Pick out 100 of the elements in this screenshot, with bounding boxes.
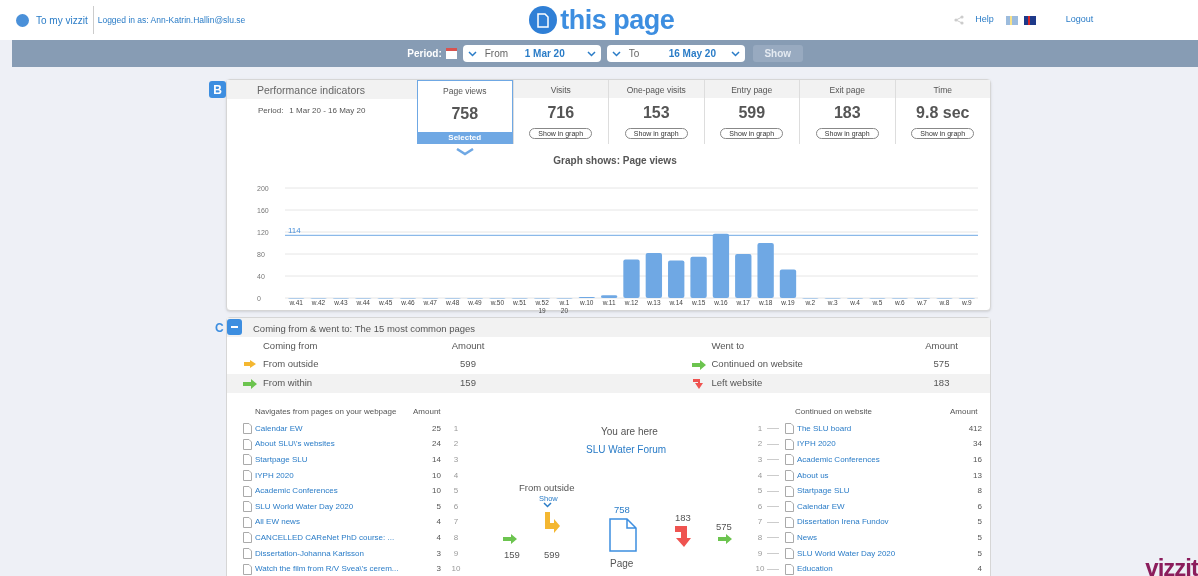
arrow-icon xyxy=(675,526,692,548)
row-label: From outside xyxy=(263,357,320,372)
rank-number: 9 xyxy=(452,547,460,560)
document-icon xyxy=(243,470,252,482)
calendar-icon[interactable] xyxy=(445,48,457,59)
rank-number: 6 xyxy=(452,500,460,513)
amount: 10 xyxy=(431,469,441,482)
section-badge: B xyxy=(209,81,226,98)
page-link[interactable]: Dissertation-Johanna Karlsson xyxy=(255,547,415,560)
arrow-icon xyxy=(543,512,561,534)
amount: 25 xyxy=(431,422,441,435)
count: 758 xyxy=(614,503,630,517)
amount: 8 xyxy=(976,485,982,498)
document-icon xyxy=(609,518,637,552)
logout-link[interactable]: Logout xyxy=(1065,13,1094,27)
chevron-icon xyxy=(730,50,740,57)
page-link[interactable]: Calendar EW xyxy=(797,500,952,513)
amount: 24 xyxy=(431,438,441,451)
rank-number: 4 xyxy=(756,469,764,482)
page-link[interactable]: All EW news xyxy=(255,516,415,529)
column-heading: Navigates from pages on your webpage xyxy=(255,406,398,418)
here-label: You are here xyxy=(601,425,658,439)
amount: 10 xyxy=(431,485,441,498)
amount: 412 xyxy=(967,422,982,435)
home-link[interactable]: To my vizzit xyxy=(36,12,88,28)
home-icon[interactable] xyxy=(16,13,29,27)
rank-number: 5 xyxy=(756,485,764,498)
page-link[interactable]: SLU World Water Day 2020 xyxy=(797,547,952,560)
rank-number: 10 xyxy=(754,563,766,576)
collapse-button[interactable] xyxy=(227,319,242,335)
bar xyxy=(712,233,729,298)
bar xyxy=(779,269,796,298)
chevron-icon xyxy=(454,148,475,156)
page-link[interactable]: News xyxy=(797,531,952,544)
amount: 3 xyxy=(435,563,441,576)
page-link[interactable]: Academic Conferences xyxy=(255,485,415,498)
page-link[interactable]: The SLU board xyxy=(797,422,952,435)
page-link[interactable]: Dissertation Irena Fundov xyxy=(797,516,952,529)
amount: 599 xyxy=(459,357,477,372)
arrow-icon xyxy=(691,378,706,389)
indicator-value: 716 xyxy=(547,103,575,123)
document-icon xyxy=(243,438,252,450)
document-icon xyxy=(243,454,252,466)
date-select[interactable]: From 1 Mar 20 xyxy=(462,45,601,62)
bar xyxy=(622,259,640,298)
amount: 5 xyxy=(976,531,982,544)
indicator-value: 183 xyxy=(833,103,861,123)
row-label: From within xyxy=(263,376,314,391)
amount: 34 xyxy=(972,438,982,451)
page-link[interactable]: Startpage SLU xyxy=(255,454,415,466)
page-link[interactable]: CANCELLED CAReNet PhD course: ... xyxy=(255,531,415,544)
document-icon xyxy=(785,485,794,497)
page-link[interactable]: SLU World Water Day 2020 xyxy=(255,500,415,513)
amount: 4 xyxy=(435,531,441,544)
amount: 575 xyxy=(932,357,951,372)
rank-number: 1 xyxy=(452,422,460,435)
page-link[interactable]: Education xyxy=(797,563,952,576)
document-icon xyxy=(785,470,794,482)
source-label: From outside xyxy=(519,481,575,495)
flag-icon[interactable] xyxy=(1023,15,1036,25)
page-link[interactable]: IYPH 2020 xyxy=(255,469,415,482)
page-link[interactable]: Watch the film from R/V Svea\'s cerem... xyxy=(255,563,415,576)
count: 575 xyxy=(716,520,732,534)
logged-in-text: Logged in as: Ann-Katrin.Hallin@slu.se xyxy=(97,13,246,27)
indicator-value: 153 xyxy=(642,103,670,123)
arrow-icon xyxy=(503,534,517,544)
rank-number: 7 xyxy=(452,516,460,529)
document-icon xyxy=(243,532,252,544)
page-link[interactable]: IYPH 2020 xyxy=(797,438,952,451)
document-icon xyxy=(785,454,794,466)
indicator-value: 9.8 sec xyxy=(916,103,970,123)
chevron-icon xyxy=(543,502,552,508)
count: 183 xyxy=(675,511,691,525)
bar xyxy=(734,254,751,298)
amount: 3 xyxy=(435,547,441,560)
help-link[interactable]: Help xyxy=(975,13,994,27)
document-icon xyxy=(243,485,252,497)
page-link[interactable]: Academic Conferences xyxy=(797,454,952,466)
rank-number: 4 xyxy=(452,469,460,482)
date-select[interactable]: To 16 May 20 xyxy=(606,45,745,62)
document-icon xyxy=(785,516,794,528)
period-label: Period: xyxy=(258,105,284,117)
section-title: Performance indicators xyxy=(227,80,417,99)
page-title: this page xyxy=(560,3,675,37)
page-link[interactable]: Startpage SLU xyxy=(797,485,952,498)
page-link[interactable]: Calendar EW xyxy=(255,422,415,435)
column-heading: Amount xyxy=(950,406,978,418)
current-page-link[interactable]: SLU Water Forum xyxy=(586,442,667,457)
rank-number: 6 xyxy=(756,500,764,513)
page-label: Page xyxy=(610,557,634,571)
period-label: Period: xyxy=(407,47,442,61)
page-link[interactable]: About SLU\'s websites xyxy=(255,438,415,451)
count: 159 xyxy=(504,548,520,562)
row-label: Left website xyxy=(711,376,764,391)
amount: 16 xyxy=(972,454,982,466)
document-icon xyxy=(785,438,794,450)
page-link[interactable]: About us xyxy=(797,469,952,482)
document-icon xyxy=(785,532,794,544)
logo: vizzit xyxy=(1145,553,1198,576)
rank-number: 8 xyxy=(756,531,764,544)
